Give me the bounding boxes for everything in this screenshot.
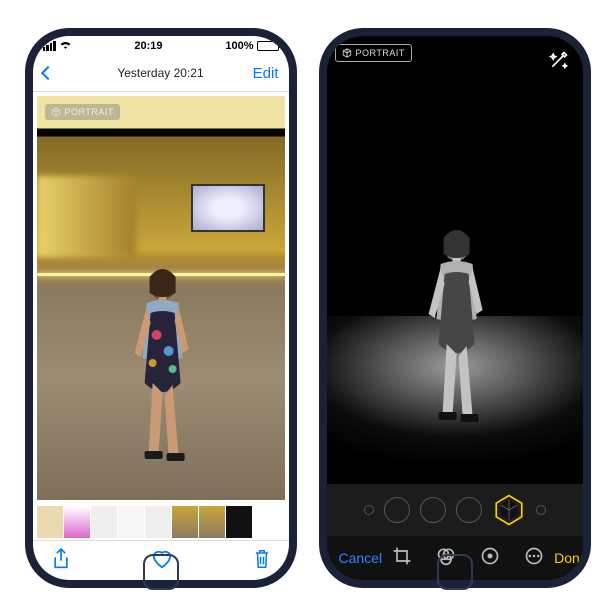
status-time: 20:19 — [134, 40, 162, 52]
wifi-icon — [59, 39, 72, 52]
home-button[interactable] — [437, 554, 473, 590]
lighting-option-selected[interactable] — [492, 493, 526, 527]
nav-title: Yesterday 20:21 — [91, 66, 231, 80]
cube-icon — [342, 48, 352, 58]
lighting-option[interactable] — [384, 497, 410, 523]
subject-figure — [416, 224, 496, 444]
list-item[interactable] — [172, 506, 198, 538]
more-icon[interactable] — [524, 546, 544, 569]
nav-bar: Yesterday 20:21 Edit — [33, 56, 289, 92]
status-bar: 20:19 100% — [33, 36, 289, 56]
viewer-screen: 20:19 100% Yesterday 20:21 Edit — [33, 36, 289, 580]
lighting-option[interactable] — [536, 505, 546, 515]
list-item[interactable] — [199, 506, 225, 538]
cube-icon — [51, 107, 61, 117]
lighting-option[interactable] — [364, 505, 374, 515]
list-item[interactable] — [64, 506, 90, 538]
back-button[interactable] — [43, 68, 91, 78]
list-item[interactable] — [91, 506, 117, 538]
list-item[interactable] — [37, 506, 63, 538]
list-item[interactable] — [145, 506, 171, 538]
lighting-picker[interactable] — [327, 484, 583, 536]
cancel-button[interactable]: Cancel — [339, 550, 383, 566]
lighting-option[interactable] — [420, 497, 446, 523]
share-icon[interactable] — [51, 547, 71, 574]
chevron-left-icon — [40, 66, 54, 80]
subject-figure — [122, 263, 202, 483]
portrait-mode-button[interactable]: PORTRAIT — [335, 44, 412, 62]
lighting-option[interactable] — [456, 497, 482, 523]
home-button[interactable] — [143, 554, 179, 590]
list-item[interactable] — [226, 506, 252, 538]
list-item[interactable] — [118, 506, 144, 538]
crop-icon[interactable] — [392, 546, 412, 569]
battery-icon — [257, 41, 279, 51]
edit-button[interactable]: Edit — [231, 65, 279, 82]
editor-screen: PORTRAIT — [327, 36, 583, 580]
editor-canvas[interactable] — [327, 84, 583, 484]
editor-top-bar: PORTRAIT — [327, 36, 583, 84]
portrait-badge: PORTRAIT — [45, 104, 120, 120]
magic-wand-icon[interactable] — [549, 50, 569, 73]
battery-pct: 100% — [225, 40, 253, 52]
phone-editor-frame: PORTRAIT — [319, 28, 591, 588]
photo-main[interactable]: PORTRAIT — [37, 96, 285, 500]
trash-icon[interactable] — [253, 548, 271, 573]
done-button[interactable]: Done — [554, 550, 582, 566]
phone-viewer-frame: 20:19 100% Yesterday 20:21 Edit — [25, 28, 297, 588]
thumbnail-strip[interactable] — [33, 504, 289, 540]
signal-icon — [43, 41, 56, 51]
adjust-icon[interactable] — [480, 546, 500, 569]
